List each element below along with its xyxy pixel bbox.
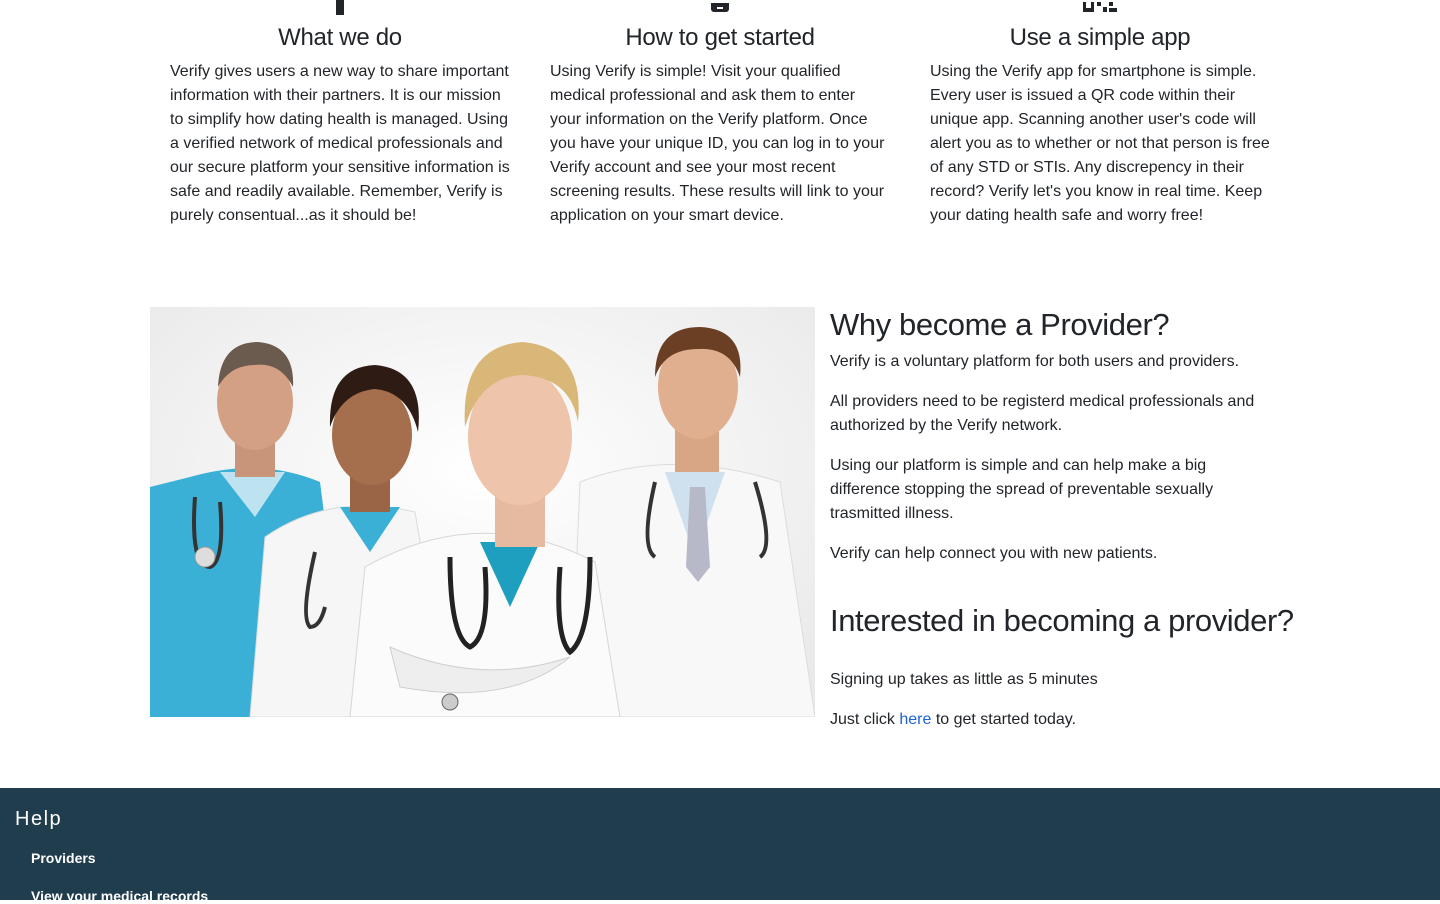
provider-paragraph: Using our platform is simple and can hel… xyxy=(830,457,1214,522)
features-section: What we do Verify gives users a new way … xyxy=(150,0,1290,280)
qr-code-icon xyxy=(1083,0,1117,18)
footer-link-providers[interactable]: Providers xyxy=(31,850,96,866)
become-provider-heading: Interested in becoming a provider? xyxy=(830,603,1294,638)
provider-paragraph: Verify is a voluntary platform for both … xyxy=(830,353,1240,370)
provider-paragraph: All providers need to be registerd medic… xyxy=(830,393,1255,434)
get-started-link[interactable]: here xyxy=(899,711,931,728)
provider-heading: Why become a Provider? xyxy=(830,307,1170,342)
provider-section: Why become a Provider? Verify is a volun… xyxy=(830,307,1294,728)
footer: Help Providers View your medical records xyxy=(0,788,1440,904)
signup-time-text: Signing up takes as little as 5 minutes xyxy=(830,671,1098,688)
footer-help-heading: Help xyxy=(15,808,63,830)
get-started-suffix: to get started today. xyxy=(931,711,1077,728)
get-started-prefix: Just click xyxy=(830,711,900,728)
feature-text: Using the Verify app for smartphone is s… xyxy=(930,63,1270,224)
provider-paragraph: Verify can help connect you with new pat… xyxy=(830,545,1158,562)
feature-text: Using Verify is simple! Visit your quali… xyxy=(550,63,885,224)
footer-link-medical-records[interactable]: View your medical records xyxy=(31,888,208,904)
doctors-group-photo xyxy=(150,307,815,717)
get-started-text: Just click here to get started today. xyxy=(830,708,1076,732)
person-icon xyxy=(334,0,346,20)
feature-text: Verify gives users a new way to share im… xyxy=(170,63,510,224)
feature-title: How to get started xyxy=(625,24,815,51)
feature-title: Use a simple app xyxy=(1009,24,1191,51)
mobile-phone-icon xyxy=(710,0,730,18)
feature-title: What we do xyxy=(278,24,402,51)
